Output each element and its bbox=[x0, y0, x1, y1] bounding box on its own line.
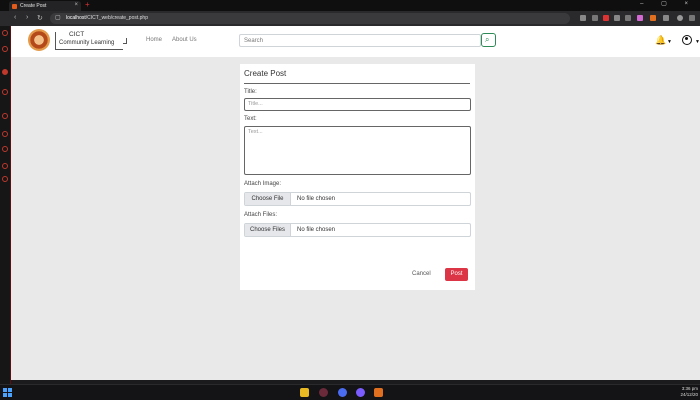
os-taskbar: 3:36 pm 24/12/20 bbox=[0, 384, 700, 400]
taskbar-app-icon-2[interactable] bbox=[319, 388, 328, 397]
address-bar-row: ‹ › ↻ ▢ localhost/CICT_web/create_post.p… bbox=[0, 11, 700, 26]
extension-purple-icon[interactable] bbox=[637, 15, 643, 21]
back-icon[interactable]: ‹ bbox=[14, 14, 16, 21]
favicon-icon bbox=[12, 3, 17, 9]
nav-about-us[interactable]: About Us bbox=[172, 37, 197, 43]
system-clock[interactable]: 3:36 pm 24/12/20 bbox=[680, 386, 698, 398]
menu-icon[interactable] bbox=[689, 15, 695, 21]
profile-browser-icon[interactable] bbox=[677, 15, 683, 21]
sidebar-icon-2[interactable] bbox=[2, 46, 8, 52]
url-path: /CICT_web/create_post.php bbox=[85, 15, 148, 21]
search-input[interactable]: Search bbox=[239, 34, 481, 47]
cancel-button[interactable]: Cancel bbox=[412, 271, 431, 277]
reload-icon[interactable]: ↻ bbox=[37, 14, 43, 22]
messenger-icon[interactable] bbox=[356, 388, 365, 397]
profile-caret-icon[interactable]: ▼ bbox=[695, 39, 700, 45]
file-explorer-icon[interactable] bbox=[300, 388, 309, 397]
text-textarea[interactable]: Text... bbox=[244, 126, 471, 175]
camera-icon[interactable] bbox=[592, 15, 598, 21]
heart-icon[interactable] bbox=[625, 15, 631, 21]
choose-file-button[interactable]: Choose File bbox=[245, 193, 291, 205]
notification-bell-icon[interactable]: 🔔 bbox=[655, 35, 666, 46]
attach-files-input[interactable]: Choose Files No file chosen bbox=[244, 223, 471, 237]
browser-window: Create Post × + – ▢ × ‹ › ↻ ▢ localhost/… bbox=[0, 0, 700, 400]
search-placeholder: Search bbox=[244, 38, 264, 44]
title-placeholder: Title... bbox=[248, 101, 263, 107]
sidebar-icon-7[interactable] bbox=[2, 146, 8, 152]
extension-red-icon[interactable] bbox=[603, 15, 609, 21]
nav-home[interactable]: Home bbox=[146, 37, 162, 43]
brand-border-corner bbox=[123, 38, 127, 44]
browser-taskbar-icon[interactable] bbox=[374, 388, 383, 397]
search-icon: ⌕ bbox=[485, 35, 490, 44]
puzzle-icon[interactable] bbox=[663, 15, 669, 21]
forward-icon[interactable]: › bbox=[26, 14, 28, 21]
sidebar-icon-3[interactable] bbox=[2, 69, 8, 75]
title-label: Title: bbox=[244, 89, 257, 95]
new-tab-button[interactable]: + bbox=[85, 0, 90, 9]
cict-logo[interactable] bbox=[28, 29, 50, 51]
heading-divider bbox=[244, 83, 470, 84]
download-icon[interactable] bbox=[614, 15, 620, 21]
search-button[interactable]: ⌕ bbox=[481, 33, 496, 47]
sidebar-icon-9[interactable] bbox=[2, 176, 8, 182]
taskbar-app-icon-3[interactable] bbox=[338, 388, 347, 397]
create-post-form: Create Post Title: Title... Text: Text..… bbox=[240, 64, 475, 290]
web-page: CICT Community Learning Home About Us Se… bbox=[11, 26, 700, 380]
post-button[interactable]: Post bbox=[445, 268, 468, 281]
browser-sidebar bbox=[0, 26, 11, 384]
brand-box[interactable]: CICT Community Learning bbox=[55, 31, 127, 50]
url-text: localhost/CICT_web/create_post.php bbox=[66, 15, 148, 21]
window-controls[interactable]: – ▢ × bbox=[640, 0, 696, 7]
tab-bar: Create Post × + – ▢ × bbox=[0, 0, 700, 11]
sidebar-icon-1[interactable] bbox=[2, 30, 8, 36]
site-info-icon[interactable]: ▢ bbox=[55, 14, 61, 21]
attach-image-label: Attach Image: bbox=[244, 181, 282, 187]
sidebar-icon-4[interactable] bbox=[2, 89, 8, 95]
tab-title: Create Post bbox=[20, 3, 47, 9]
text-placeholder: Text... bbox=[248, 129, 263, 135]
clock-date: 24/12/20 bbox=[680, 392, 698, 397]
files-status: No file chosen bbox=[297, 227, 336, 233]
sidebar-icon-8[interactable] bbox=[2, 163, 8, 169]
url-host: localhost bbox=[66, 15, 86, 21]
profile-avatar-icon[interactable] bbox=[682, 35, 692, 45]
choose-files-button[interactable]: Choose Files bbox=[245, 224, 291, 236]
extension-orange-icon[interactable] bbox=[650, 15, 656, 21]
image-file-status: No file chosen bbox=[297, 196, 336, 202]
url-field[interactable]: ▢ localhost/CICT_web/create_post.php bbox=[50, 13, 570, 24]
notification-caret-icon[interactable]: ▼ bbox=[667, 39, 672, 45]
tab-create-post[interactable]: Create Post × bbox=[9, 1, 81, 11]
brand-line2: Community Learning bbox=[59, 40, 115, 46]
brand-line1: CICT bbox=[69, 31, 85, 38]
sidebar-icon-6[interactable] bbox=[2, 131, 8, 137]
attach-files-label: Attach Files: bbox=[244, 212, 278, 218]
site-header: CICT Community Learning Home About Us Se… bbox=[11, 26, 700, 57]
windows-start-icon[interactable] bbox=[3, 388, 12, 397]
sidebar-icon-5[interactable] bbox=[2, 113, 8, 119]
tab-close-icon[interactable]: × bbox=[74, 2, 78, 8]
screenshot-icon[interactable] bbox=[580, 15, 586, 21]
text-label: Text: bbox=[244, 116, 257, 122]
attach-image-input[interactable]: Choose File No file chosen bbox=[244, 192, 471, 206]
title-input[interactable]: Title... bbox=[244, 98, 471, 111]
form-heading: Create Post bbox=[244, 69, 287, 78]
